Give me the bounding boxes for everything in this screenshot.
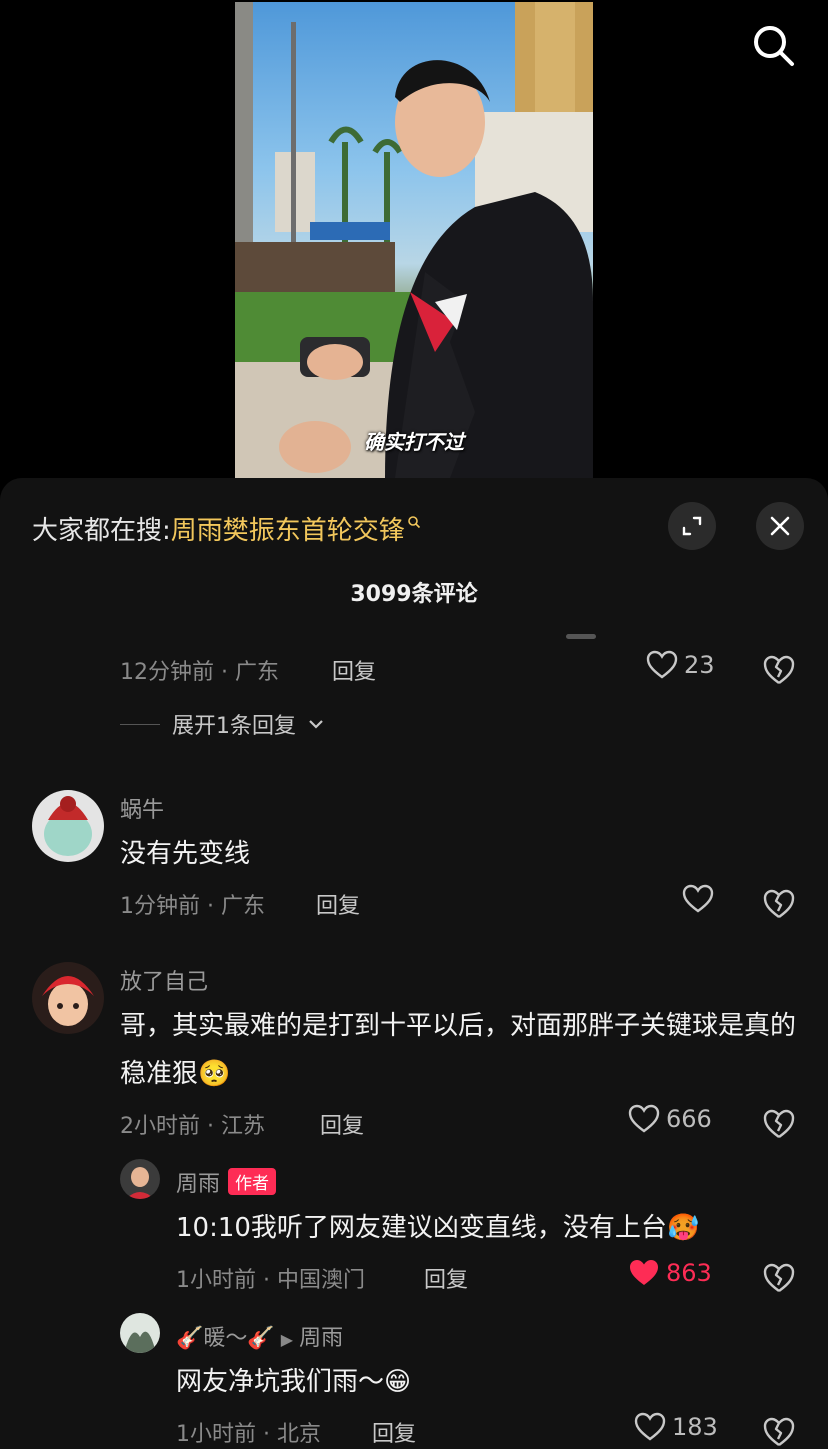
comment-username[interactable]: 放了自己 bbox=[120, 964, 208, 996]
comment-text: 哥，其实最难的是打到十平以后，对面那胖子关键球是真的稳准狠🥺 bbox=[120, 1002, 800, 1098]
close-icon bbox=[770, 516, 790, 536]
expand-replies-label: 展开1条回复 bbox=[172, 714, 296, 739]
reply-button[interactable]: 回复 bbox=[424, 1262, 468, 1294]
trending-keyword[interactable]: 周雨樊振东首轮交锋 bbox=[171, 516, 405, 546]
broken-heart-icon[interactable] bbox=[762, 1415, 796, 1449]
comment-meta: 1分钟前 · 广东 bbox=[120, 894, 265, 919]
video-player[interactable]: 确实打不过 bbox=[0, 0, 828, 480]
like-button[interactable]: 666 bbox=[628, 1104, 712, 1134]
reply-username[interactable]: 周雨 作者 bbox=[176, 1166, 277, 1198]
reply-button[interactable]: 回复 bbox=[316, 888, 360, 920]
trending-prefix: 大家都在搜: bbox=[32, 516, 171, 546]
heart-filled-icon bbox=[630, 1260, 658, 1285]
reply-to-user[interactable]: 周雨 bbox=[299, 1326, 343, 1351]
comment-username[interactable]: 蜗牛 bbox=[120, 792, 164, 824]
expand-replies[interactable]: 展开1条回复 bbox=[120, 708, 324, 740]
like-count: 863 bbox=[666, 1259, 712, 1287]
comment-count: 3099条评论 bbox=[350, 582, 478, 607]
comment-text: 没有先变线 bbox=[120, 839, 251, 869]
like-count: 183 bbox=[672, 1413, 718, 1441]
video-caption: 确实打不过 bbox=[364, 430, 464, 454]
chevron-down-icon bbox=[309, 720, 323, 729]
author-badge: 作者 bbox=[228, 1168, 277, 1195]
reply-to-arrow: ▶ bbox=[280, 1330, 294, 1349]
pleading-emoji: 🥺 bbox=[198, 1059, 231, 1089]
like-count: 23 bbox=[684, 651, 715, 679]
avatar[interactable] bbox=[32, 790, 104, 862]
expand-icon bbox=[682, 516, 702, 536]
reply-username-text: 🎸暖～🎸 bbox=[176, 1326, 275, 1351]
reply-button[interactable]: 回复 bbox=[372, 1416, 416, 1448]
video-scene bbox=[235, 2, 593, 478]
trending-search[interactable]: 大家都在搜:周雨樊振东首轮交锋 bbox=[32, 510, 421, 547]
emoji-fragment bbox=[566, 634, 596, 639]
reply-username-text: 周雨 bbox=[176, 1172, 221, 1197]
video-frame[interactable]: 确实打不过 bbox=[235, 2, 593, 478]
like-count: 666 bbox=[666, 1105, 712, 1133]
like-button[interactable] bbox=[682, 884, 714, 914]
heart-icon bbox=[646, 650, 678, 679]
reply-text: 10:10我听了网友建议凶变直线，没有上台🥵 bbox=[176, 1204, 699, 1252]
grin-emoji: 😁 bbox=[384, 1367, 412, 1397]
like-button[interactable]: 183 bbox=[634, 1412, 718, 1442]
heart-icon bbox=[634, 1412, 666, 1441]
divider bbox=[120, 723, 160, 725]
heart-icon bbox=[682, 884, 714, 913]
reply-meta: 1小时前 · 北京 bbox=[176, 1422, 321, 1447]
reply-username[interactable]: 🎸暖～🎸 ▶ 周雨 bbox=[176, 1320, 343, 1352]
reply-meta: 1小时前 · 中国澳门 bbox=[176, 1268, 365, 1293]
broken-heart-icon[interactable] bbox=[762, 1107, 796, 1141]
broken-heart-icon[interactable] bbox=[762, 653, 796, 687]
reply-button[interactable]: 回复 bbox=[320, 1108, 364, 1140]
close-button[interactable] bbox=[756, 502, 804, 550]
search-icon[interactable] bbox=[750, 22, 798, 70]
like-button-liked[interactable]: 863 bbox=[628, 1258, 712, 1288]
avatar[interactable] bbox=[120, 1159, 160, 1199]
reply-text-content: 10:10我听了网友建议凶变直线，没有上台 bbox=[176, 1213, 667, 1243]
comment-sheet: 大家都在搜:周雨樊振东首轮交锋 3099条评论 12分钟前 · 广东 回复 23… bbox=[0, 478, 828, 1449]
avatar[interactable] bbox=[32, 962, 104, 1034]
expand-button[interactable] bbox=[668, 502, 716, 550]
search-small-icon bbox=[407, 516, 420, 529]
heart-icon bbox=[628, 1104, 660, 1133]
like-button[interactable]: 23 bbox=[646, 650, 715, 680]
comment-meta: 2小时前 · 江苏 bbox=[120, 1114, 265, 1139]
reply-text: 网友净坑我们雨～😁 bbox=[176, 1358, 411, 1406]
avatar[interactable] bbox=[120, 1313, 160, 1353]
broken-heart-icon[interactable] bbox=[762, 1261, 796, 1295]
broken-heart-icon[interactable] bbox=[762, 887, 796, 921]
reply-button[interactable]: 回复 bbox=[332, 654, 376, 686]
comment-meta: 12分钟前 · 广东 bbox=[120, 660, 279, 685]
hot-face-emoji: 🥵 bbox=[666, 1213, 700, 1243]
reply-text-content: 网友净坑我们雨～ bbox=[176, 1367, 385, 1397]
